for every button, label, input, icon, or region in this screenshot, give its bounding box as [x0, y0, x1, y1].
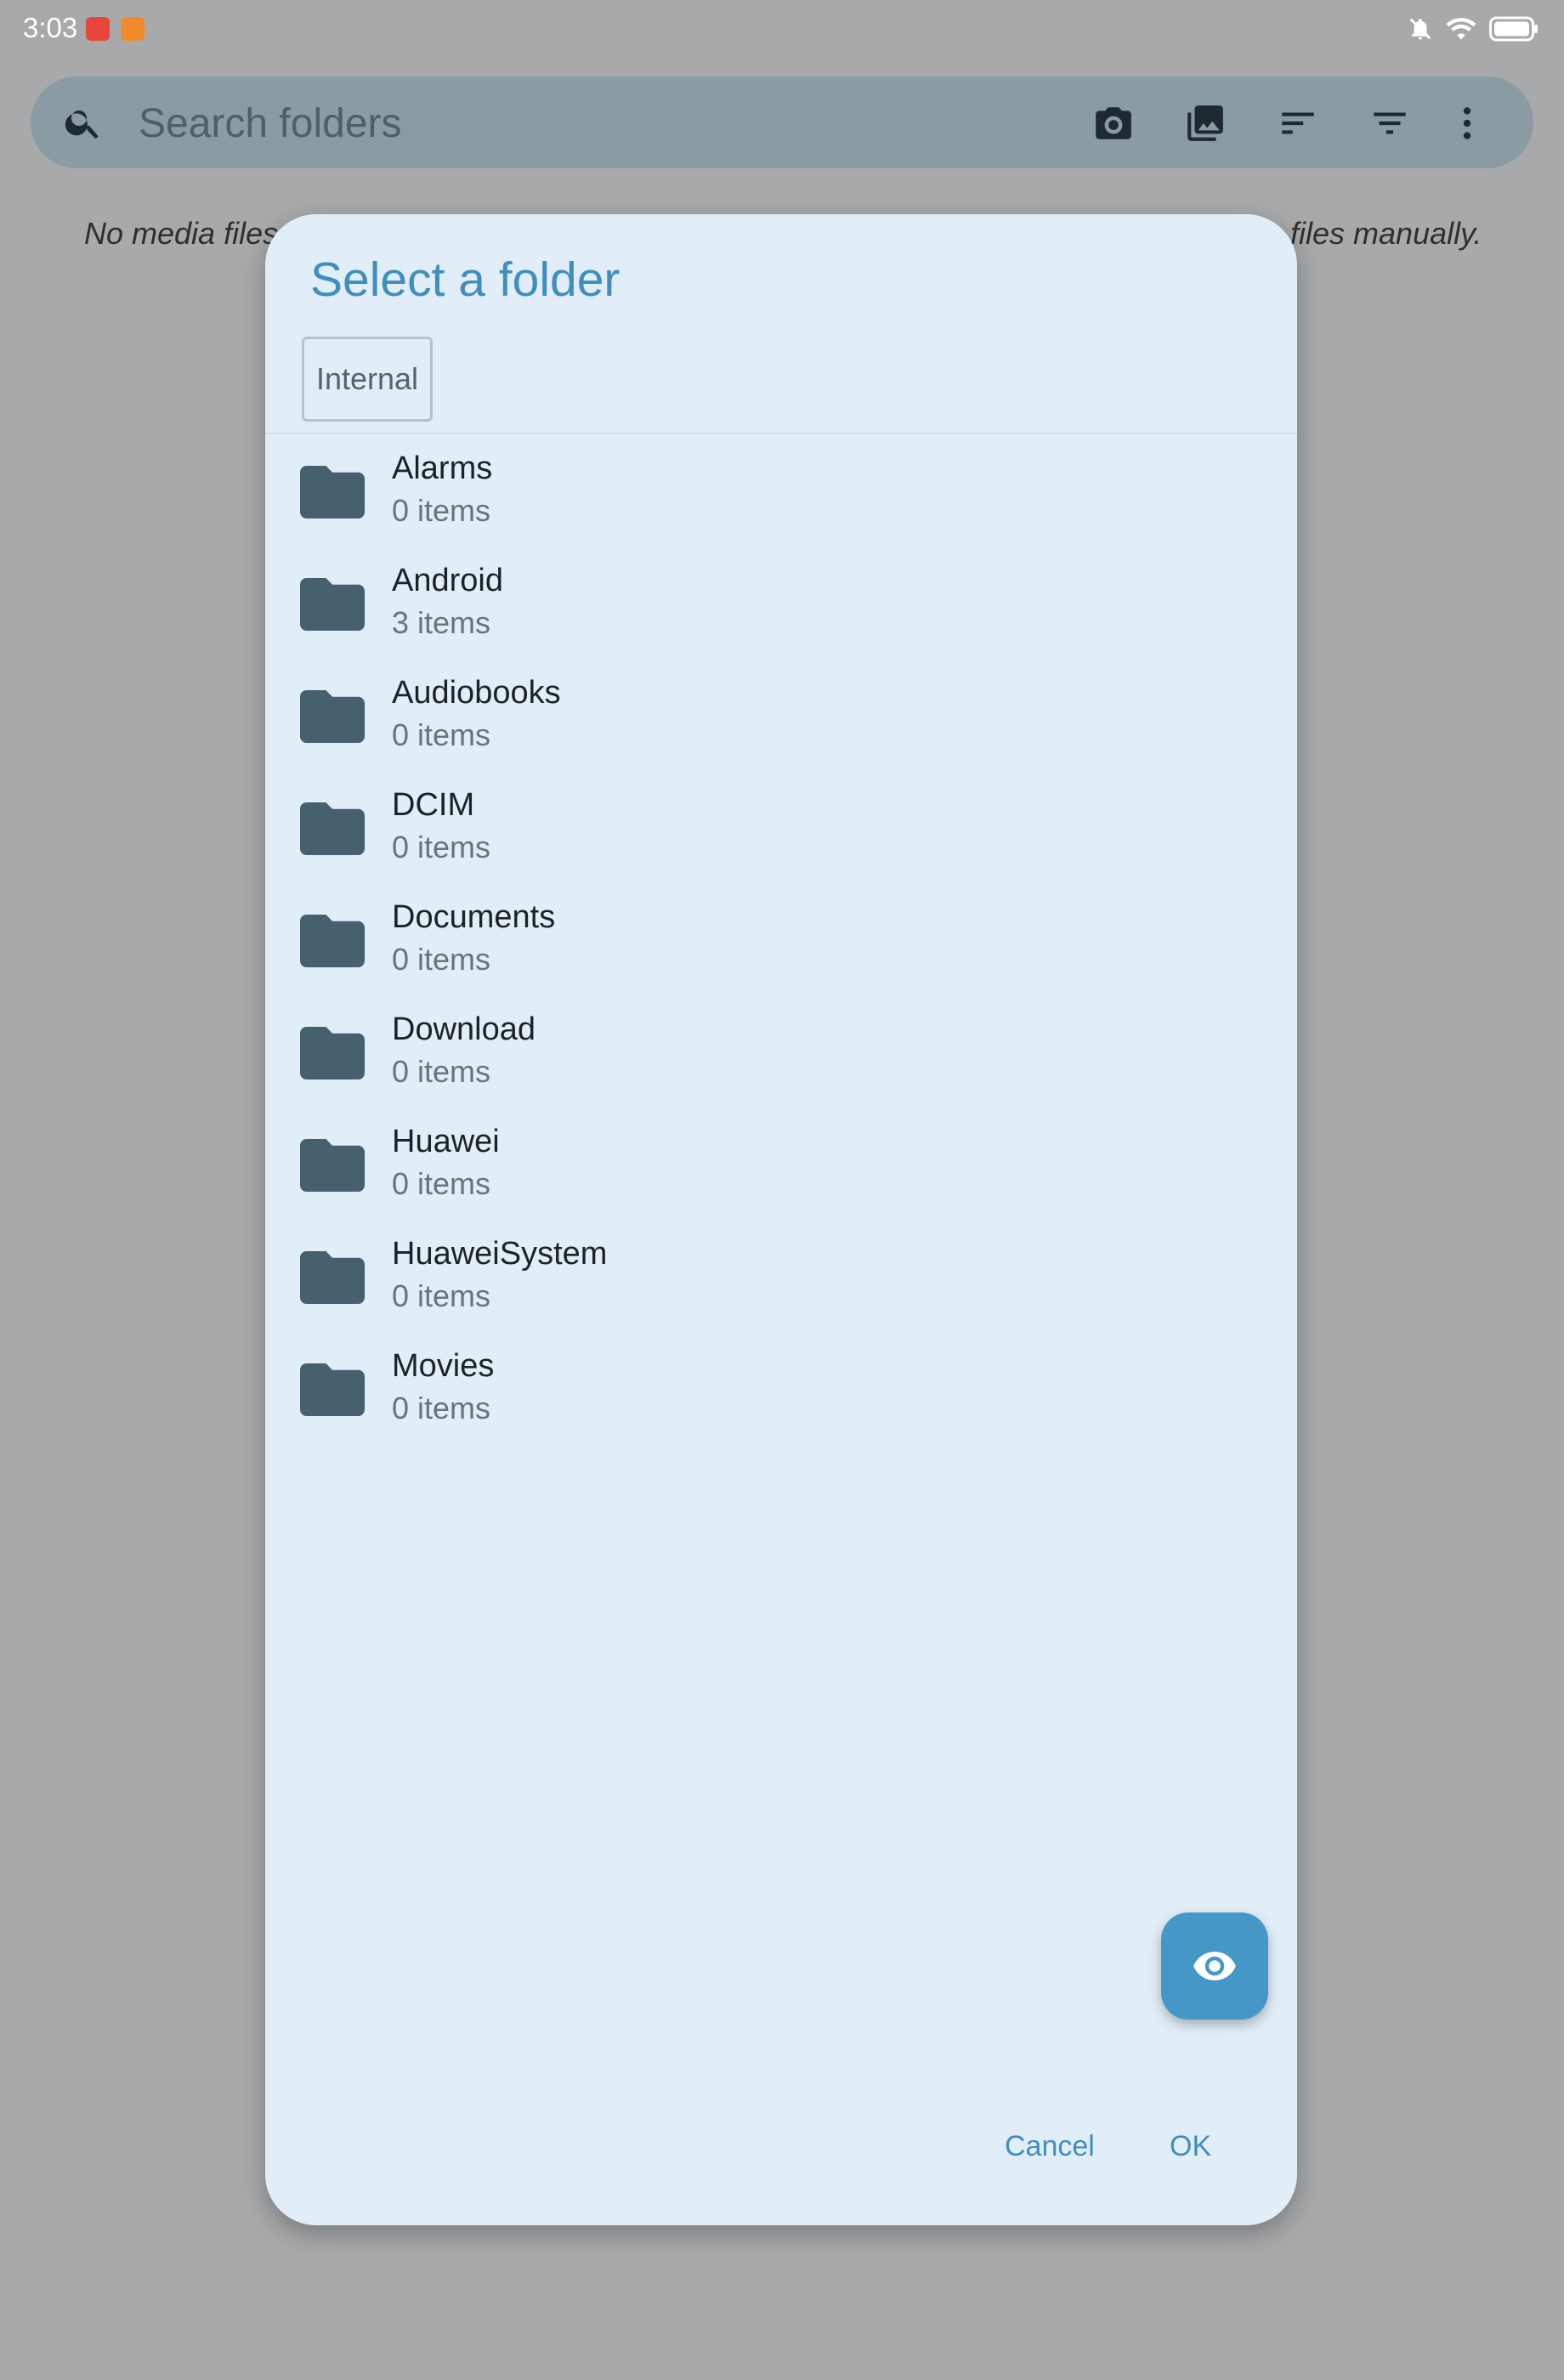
folder-item-count: 0 items: [392, 1166, 491, 1201]
wifi-icon: [1446, 18, 1476, 40]
status-bar: 3:03: [0, 0, 1564, 61]
dialog-title: Select a folder: [310, 252, 620, 307]
sort-icon[interactable]: [1277, 102, 1319, 144]
eye-icon: [1193, 1952, 1236, 1980]
folder-item[interactable]: Huawei 0 items: [265, 1108, 1297, 1221]
folder-name: Alarms: [392, 450, 493, 486]
folder-icon: [300, 1363, 365, 1416]
empty-message-left: No media files: [84, 216, 279, 251]
folder-name: Movies: [392, 1348, 495, 1384]
cancel-button[interactable]: Cancel: [1005, 2130, 1095, 2163]
folder-icon: [300, 466, 365, 518]
storage-internal-chip[interactable]: Internal: [302, 337, 433, 422]
folder-icon: [300, 915, 365, 967]
folder-item-count: 0 items: [392, 493, 491, 528]
folder-item[interactable]: HuaweiSystem 0 items: [265, 1221, 1297, 1333]
folder-icon: [300, 1027, 365, 1080]
folder-icon: [300, 1139, 365, 1192]
select-folder-dialog: Select a folder Internal Alarms 0 items An…: [265, 214, 1297, 2225]
folder-item[interactable]: Alarms 0 items: [265, 435, 1297, 547]
battery-icon: [1489, 16, 1538, 42]
folder-name: Documents: [392, 899, 556, 935]
folder-list: Alarms 0 items Android 3 items Audiobooks 0 i…: [265, 435, 1297, 1447]
gallery-icon[interactable]: [1184, 102, 1227, 144]
status-time: 3:03: [23, 12, 78, 43]
folder-item[interactable]: Android 3 items: [265, 547, 1297, 660]
search-input[interactable]: [137, 95, 1075, 151]
mute-icon: [1409, 18, 1431, 40]
folder-item[interactable]: Download 0 items: [265, 996, 1297, 1108]
folder-name: Huawei: [392, 1124, 500, 1159]
show-hidden-button[interactable]: [1161, 1912, 1268, 2020]
folder-name: Download: [392, 1012, 536, 1047]
folder-name: HuaweiSystem: [392, 1236, 608, 1272]
folder-item[interactable]: Movies 0 items: [265, 1333, 1297, 1445]
folder-item-count: 3 items: [392, 605, 491, 640]
divider: [265, 433, 1297, 434]
empty-message-right: files manually.: [1290, 216, 1482, 251]
folder-icon: [300, 802, 365, 855]
folder-item-count: 0 items: [392, 1278, 491, 1313]
folder-item-count: 0 items: [392, 942, 491, 977]
folder-item[interactable]: Audiobooks 0 items: [265, 660, 1297, 772]
folder-icon: [300, 690, 365, 743]
search-bar: [31, 76, 1533, 168]
folder-item-count: 0 items: [392, 1391, 491, 1425]
folder-name: Audiobooks: [392, 675, 561, 711]
folder-item-count: 0 items: [392, 717, 491, 752]
folder-icon: [300, 1251, 365, 1304]
folder-item-count: 0 items: [392, 1054, 491, 1089]
folder-item[interactable]: Documents 0 items: [265, 884, 1297, 996]
camera-icon[interactable]: [1092, 102, 1135, 144]
folder-item[interactable]: DCIM 0 items: [265, 772, 1297, 884]
folder-item[interactable]: Music0 items: [265, 1445, 1297, 1447]
calendar-notification-icon: [121, 17, 144, 41]
more-vert-icon[interactable]: [1446, 102, 1488, 144]
filter-icon[interactable]: [1368, 102, 1411, 144]
folder-name: DCIM: [392, 787, 475, 823]
folder-item-count: 0 items: [392, 830, 491, 864]
status-icons: [1408, 15, 1538, 42]
ok-button[interactable]: OK: [1170, 2130, 1211, 2163]
folder-name: Android: [392, 563, 503, 598]
app-notification-icon: [86, 17, 110, 41]
search-icon[interactable]: [63, 102, 104, 143]
folder-icon: [300, 578, 365, 631]
